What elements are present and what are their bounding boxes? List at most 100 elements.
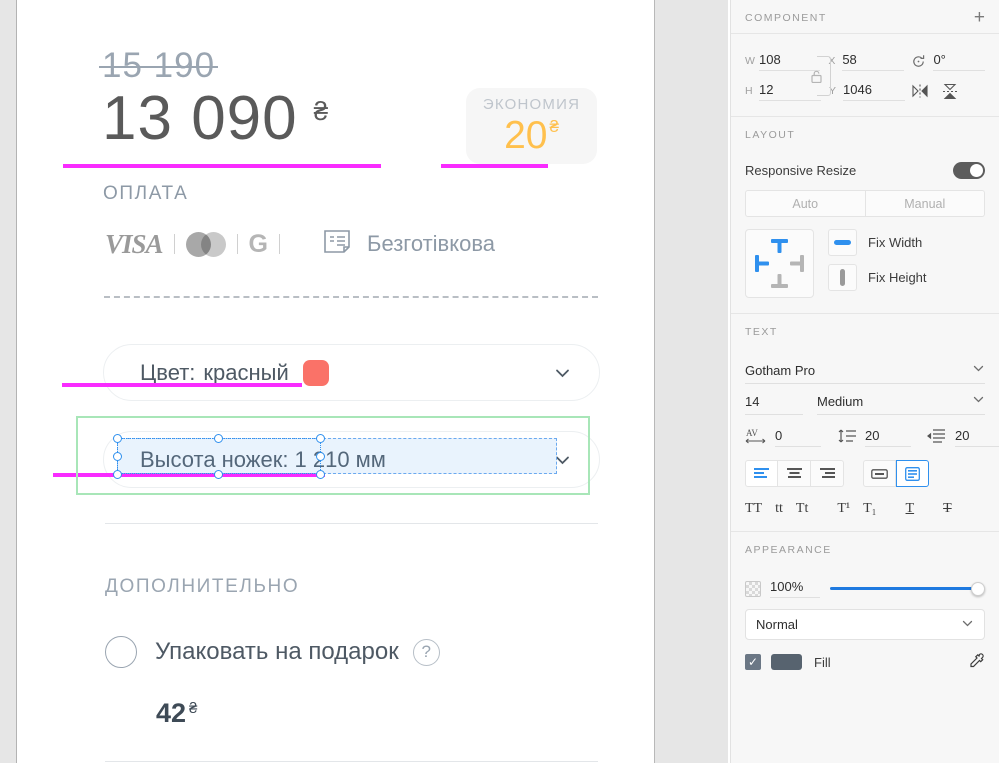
chevron-down-icon[interactable] <box>554 451 571 468</box>
additional-section-title: ДОПОЛНИТЕЛЬНО <box>105 576 300 597</box>
blend-mode-select[interactable]: Normal <box>745 609 985 640</box>
resize-handle-n[interactable] <box>214 434 223 443</box>
help-icon[interactable]: ? <box>412 638 440 666</box>
appearance-body: 100% Normal ✓ Fill <box>731 565 999 685</box>
text-title: TEXT <box>745 326 778 338</box>
payment-methods-row: VISA G Безготівкова <box>105 228 495 260</box>
width-field[interactable]: W 108 <box>745 52 821 71</box>
rotate-icon[interactable] <box>904 54 934 69</box>
text-align-row <box>745 460 985 487</box>
letter-spacing-icon: AV <box>745 427 767 448</box>
font-weight-select[interactable]: Medium <box>817 388 985 415</box>
manual-button[interactable]: Manual <box>865 190 985 217</box>
rotation-field[interactable]: 0° <box>933 52 985 71</box>
layout-title: LAYOUT <box>745 129 796 141</box>
transform-row-1: W 108 X 58 0° <box>745 46 985 76</box>
resize-handle-ne[interactable] <box>316 434 325 443</box>
opacity-slider[interactable] <box>830 581 985 597</box>
align-right-icon[interactable] <box>811 460 844 487</box>
transform-row-2: H 12 Y 1046 <box>745 76 985 106</box>
layout-header: LAYOUT <box>731 117 999 150</box>
resize-handle-sw[interactable] <box>113 470 122 479</box>
gift-price-row: 42 ₴ <box>156 698 197 729</box>
fill-color-swatch[interactable] <box>771 654 802 670</box>
height-field[interactable]: H 12 <box>745 82 821 101</box>
chevron-down-icon[interactable] <box>961 617 974 633</box>
resize-handle-nw[interactable] <box>113 434 122 443</box>
fix-width-icon[interactable] <box>828 229 857 256</box>
letter-spacing-field[interactable]: AV 0 <box>745 427 821 448</box>
titlecase-button[interactable]: Tt <box>796 501 808 517</box>
responsive-resize-toggle[interactable] <box>953 162 985 179</box>
artboard[interactable]: 15 190 13 090 ₴ ОПЛАТА ЭКОНОМИЯ 20 ₴ VIS… <box>17 0 654 763</box>
flip-horizontal-icon[interactable] <box>905 84 935 98</box>
opacity-row: 100% <box>745 579 985 598</box>
fix-height-label: Fix Height <box>868 270 927 285</box>
strikethrough-button[interactable]: T <box>943 501 952 517</box>
separator <box>105 761 598 762</box>
eyedropper-icon[interactable] <box>970 653 985 671</box>
add-component-button[interactable]: + <box>974 8 985 27</box>
opacity-slider-knob[interactable] <box>971 581 985 596</box>
color-select-label: Цвет: <box>140 359 196 385</box>
resize-handle-s[interactable] <box>214 470 223 479</box>
responsive-resize-row: Responsive Resize <box>745 162 985 179</box>
price-currency: ₴ <box>313 96 329 126</box>
highlight-stroke-color <box>62 383 302 387</box>
responsive-resize-label: Responsive Resize <box>745 163 857 178</box>
fix-height-icon[interactable] <box>828 264 857 291</box>
inspector-panel: COMPONENT + W 108 X 58 0° H 12 Y 1046 LA… <box>730 0 999 763</box>
uppercase-button[interactable]: TT <box>745 501 762 517</box>
invoice-icon <box>323 228 353 260</box>
text-fixed-size-icon[interactable] <box>863 460 896 487</box>
chevron-down-icon[interactable] <box>554 364 571 381</box>
superscript-button[interactable]: T¹ <box>837 501 850 517</box>
line-height-field[interactable]: 20 <box>837 428 911 447</box>
align-center-icon[interactable] <box>778 460 811 487</box>
paragraph-spacing-field[interactable]: 20 <box>927 428 999 447</box>
chevron-down-icon[interactable] <box>972 393 985 409</box>
auto-button[interactable]: Auto <box>745 190 866 217</box>
paragraph-spacing-icon <box>927 428 947 447</box>
gift-wrap-option[interactable]: Упаковать на подарок ? <box>105 636 440 668</box>
gift-price-currency: ₴ <box>189 700 198 717</box>
resize-handle-w[interactable] <box>113 452 122 461</box>
font-family-select[interactable]: Gotham Pro <box>745 357 985 384</box>
opacity-value[interactable]: 100% <box>770 579 820 598</box>
subscript-button[interactable]: T₁ <box>863 501 876 517</box>
color-select[interactable]: Цвет: красный <box>103 344 600 401</box>
fix-width-row[interactable]: Fix Width <box>828 229 927 256</box>
text-auto-height-icon[interactable] <box>896 460 929 487</box>
underline-button[interactable]: T <box>906 501 915 517</box>
text-body: Gotham Pro 14 Medium AV 0 20 20 TT tt Tt… <box>731 347 999 531</box>
fill-checkbox[interactable]: ✓ <box>745 654 761 670</box>
opacity-slider-track <box>830 586 977 590</box>
x-field[interactable]: X 58 <box>828 52 904 71</box>
divider <box>279 234 280 254</box>
y-value[interactable]: 1046 <box>843 82 905 101</box>
y-field[interactable]: Y 1046 <box>829 82 905 101</box>
blend-mode-value: Normal <box>756 617 798 632</box>
radio-button[interactable] <box>105 636 137 668</box>
width-value[interactable]: 108 <box>759 52 821 71</box>
constraints-icon[interactable] <box>745 229 814 298</box>
lock-open-icon[interactable] <box>811 70 822 86</box>
flip-vertical-icon[interactable] <box>935 83 965 100</box>
letter-spacing-value[interactable]: 0 <box>775 428 821 447</box>
design-tool-window: 15 190 13 090 ₴ ОПЛАТА ЭКОНОМИЯ 20 ₴ VIS… <box>0 0 999 763</box>
resize-handle-e[interactable] <box>316 452 325 461</box>
rotation-value[interactable]: 0° <box>933 52 985 71</box>
chevron-down-icon[interactable] <box>972 362 985 378</box>
font-size-value[interactable]: 14 <box>745 389 803 415</box>
x-value[interactable]: 58 <box>842 52 904 71</box>
line-height-value[interactable]: 20 <box>865 428 911 447</box>
paragraph-spacing-value[interactable]: 20 <box>955 428 999 447</box>
resize-handle-se[interactable] <box>316 470 325 479</box>
payment-section-label: ОПЛАТА <box>103 183 189 204</box>
fix-height-row[interactable]: Fix Height <box>828 264 927 291</box>
old-price: 15 190 <box>98 46 219 85</box>
align-left-icon[interactable] <box>745 460 778 487</box>
leg-height-select[interactable]: Высота ножек: 1 210 мм <box>103 431 600 488</box>
lowercase-button[interactable]: tt <box>775 501 783 517</box>
color-swatch <box>302 359 329 386</box>
